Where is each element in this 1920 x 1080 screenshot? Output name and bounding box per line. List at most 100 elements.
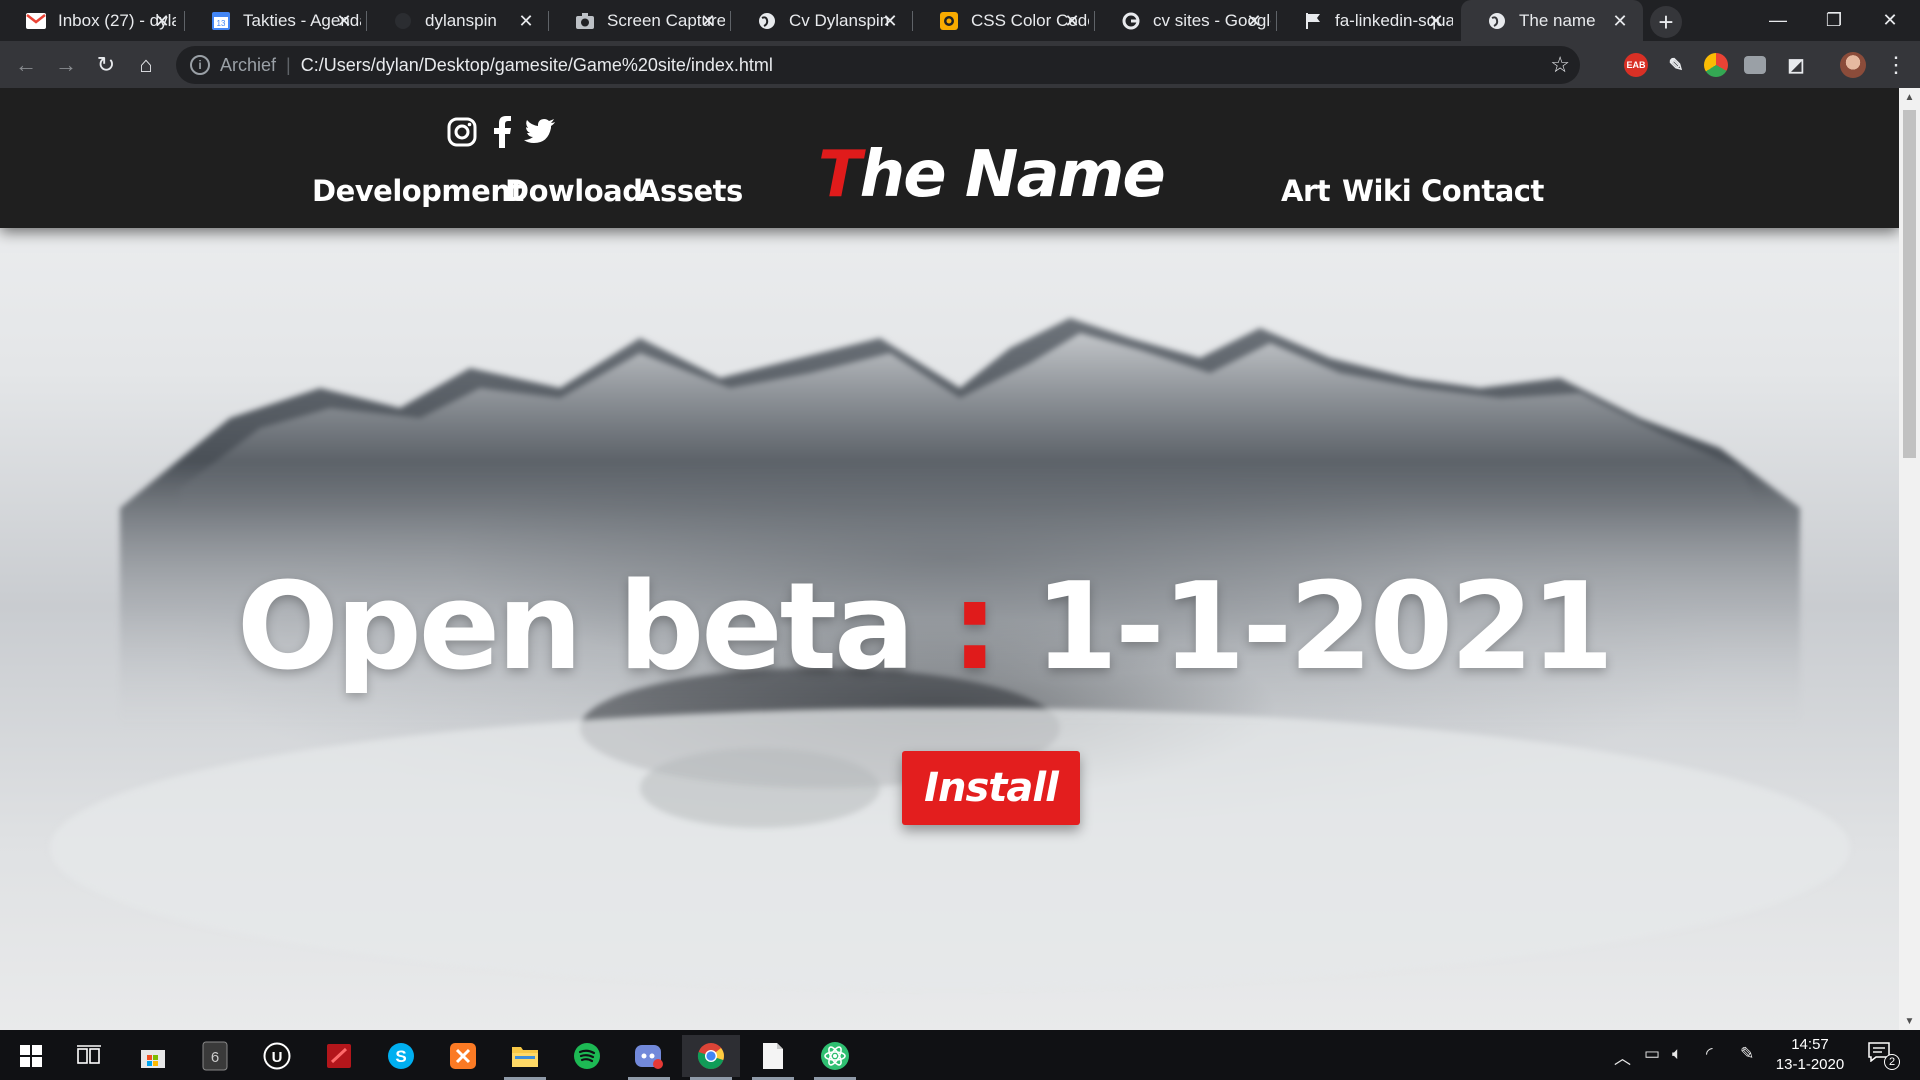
tab-close-icon[interactable]: ✕: [1243, 10, 1265, 32]
forward-button[interactable]: →: [48, 47, 84, 83]
chrome-icon[interactable]: [682, 1035, 740, 1080]
svg-text:S: S: [395, 1047, 406, 1066]
store-icon[interactable]: [124, 1035, 182, 1077]
nav-link-wiki[interactable]: Wiki: [1342, 174, 1412, 208]
tab-calendar[interactable]: 13 Takties - Agenda ✕: [185, 0, 367, 41]
pen-extension-icon[interactable]: ✎: [1664, 53, 1688, 77]
tab-strip: Inbox (27) - dylanspin ✕ 13 Takties - Ag…: [0, 0, 1920, 41]
url-text[interactable]: C:/Users/dylan/Desktop/gamesite/Game%20s…: [301, 55, 773, 76]
tab-close-icon[interactable]: ✕: [879, 10, 901, 32]
facebook-icon[interactable]: [486, 116, 518, 148]
tab-gmail[interactable]: Inbox (27) - dylanspin ✕: [0, 0, 185, 41]
color-picker-extension-icon[interactable]: [1704, 53, 1728, 77]
tab-close-icon[interactable]: ✕: [697, 10, 719, 32]
site-logo[interactable]: The Name: [818, 138, 1166, 212]
headline-separator: :: [950, 558, 999, 697]
atom-icon[interactable]: [806, 1035, 864, 1080]
reload-button[interactable]: ↻: [88, 47, 124, 83]
svg-text:13: 13: [217, 19, 226, 28]
rainbow-six-icon[interactable]: 6: [186, 1035, 244, 1077]
logo-text: he Name: [859, 138, 1166, 212]
profile-avatar-icon[interactable]: [1840, 52, 1866, 78]
restore-button[interactable]: ❐: [1806, 0, 1862, 41]
minimize-button[interactable]: —: [1750, 0, 1806, 41]
volume-icon[interactable]: 🔈︎: [1672, 1044, 1682, 1064]
start-icon[interactable]: [2, 1035, 60, 1077]
tab-cv-dylanspin[interactable]: Cv Dylanspin ✕: [731, 0, 913, 41]
google-icon: [1121, 11, 1141, 31]
notification-count-badge: 2: [1884, 1054, 1900, 1070]
pen-workspace-icon[interactable]: ✎: [1740, 1044, 1754, 1064]
tab-close-icon[interactable]: ✕: [151, 10, 173, 32]
clock-time: 14:57: [1791, 1036, 1829, 1053]
tab-close-icon[interactable]: ✕: [1061, 10, 1083, 32]
site-security-label: Archief: [220, 54, 277, 75]
back-button[interactable]: ←: [8, 47, 44, 83]
color-codes-icon: [939, 11, 959, 31]
spotify-icon[interactable]: [558, 1035, 616, 1077]
tab-cv-sites-google[interactable]: cv sites - Google ✕: [1095, 0, 1277, 41]
action-center-icon[interactable]: 2: [1868, 1042, 1900, 1070]
gmail-icon: [26, 11, 46, 31]
install-button[interactable]: Install: [902, 751, 1080, 825]
tray-overflow-chevron-icon[interactable]: ︿: [1614, 1044, 1631, 1069]
info-icon[interactable]: i: [190, 55, 210, 75]
camera-icon: [575, 11, 595, 31]
svg-text:6: 6: [211, 1049, 219, 1066]
headline-prefix: Open beta: [236, 558, 915, 697]
hero-headline: Open beta : 1-1-2021: [0, 558, 1848, 697]
tab-screen-capture[interactable]: Screen Capture ✕: [549, 0, 731, 41]
globe-icon: [1487, 11, 1507, 31]
clock-date: 13-1-2020: [1775, 1056, 1845, 1073]
page-scrollbar[interactable]: ▲ ▼: [1899, 88, 1920, 1030]
globe-icon: [757, 11, 777, 31]
file-explorer-icon[interactable]: [496, 1035, 554, 1080]
tab-close-icon[interactable]: ✕: [333, 10, 355, 32]
scroll-down-arrow-icon[interactable]: ▼: [1903, 1014, 1916, 1028]
nav-link-development[interactable]: Development: [312, 174, 524, 208]
xampp-icon[interactable]: [434, 1035, 492, 1077]
tab-github[interactable]: dylanspin ✕: [367, 0, 549, 41]
zoom-extension-icon[interactable]: ◩: [1784, 53, 1808, 77]
tab-close-icon[interactable]: ✕: [515, 10, 537, 32]
scrollbar-thumb[interactable]: [1903, 110, 1916, 458]
tab-close-icon[interactable]: ✕: [1425, 10, 1447, 32]
browser-menu-icon[interactable]: ⋮: [1884, 49, 1908, 81]
site-header: Development Dowload Assets The Name Art …: [0, 88, 1899, 228]
twitter-icon[interactable]: [524, 116, 556, 148]
instagram-icon[interactable]: [446, 116, 478, 148]
discord-icon[interactable]: [620, 1035, 678, 1080]
flag-icon: [1303, 11, 1323, 31]
home-button[interactable]: ⌂: [128, 47, 164, 83]
skype-icon[interactable]: S: [372, 1035, 430, 1077]
page-viewport: Development Dowload Assets The Name Art …: [0, 88, 1899, 1030]
browser-toolbar: ← → ↻ ⌂ i Archief | C:/Users/dylan/Deskt…: [0, 41, 1920, 88]
tab-the-name[interactable]: The name ✕: [1461, 0, 1643, 41]
nav-link-assets[interactable]: Assets: [638, 174, 743, 208]
svg-text:U: U: [272, 1049, 283, 1066]
logo-accent-letter: T: [818, 138, 862, 212]
new-tab-button[interactable]: +: [1650, 6, 1682, 38]
adblock-icon[interactable]: EAB: [1624, 53, 1648, 77]
battery-icon[interactable]: ▭: [1644, 1044, 1660, 1064]
screenshot-extension-icon[interactable]: [1744, 56, 1766, 74]
unreal-engine-icon[interactable]: U: [248, 1035, 306, 1077]
wifi-icon[interactable]: ◜: [1706, 1044, 1713, 1064]
red-app-icon[interactable]: [310, 1035, 368, 1077]
headline-date: 1-1-2021: [1034, 558, 1615, 697]
nav-link-contact[interactable]: Contact: [1421, 174, 1544, 208]
system-clock[interactable]: 14:57 13-1-2020: [1770, 1035, 1850, 1075]
close-window-button[interactable]: ✕: [1862, 0, 1918, 41]
task-view-icon[interactable]: [60, 1035, 118, 1077]
tab-css-color-codes[interactable]: CSS Color Codes ✕: [913, 0, 1095, 41]
notepad-icon[interactable]: [744, 1035, 802, 1080]
github-icon: [393, 11, 413, 31]
bookmark-star-icon[interactable]: ☆: [1550, 52, 1570, 78]
scroll-up-arrow-icon[interactable]: ▲: [1903, 90, 1916, 104]
nav-link-dowload[interactable]: Dowload: [505, 174, 643, 208]
tab-close-icon[interactable]: ✕: [1609, 10, 1631, 32]
address-bar[interactable]: i Archief | C:/Users/dylan/Desktop/games…: [176, 46, 1580, 84]
tab-fa-linkedin-square[interactable]: fa-linkedin-square ✕: [1277, 0, 1459, 41]
calendar-icon: 13: [211, 11, 231, 31]
nav-link-art[interactable]: Art: [1281, 174, 1331, 208]
